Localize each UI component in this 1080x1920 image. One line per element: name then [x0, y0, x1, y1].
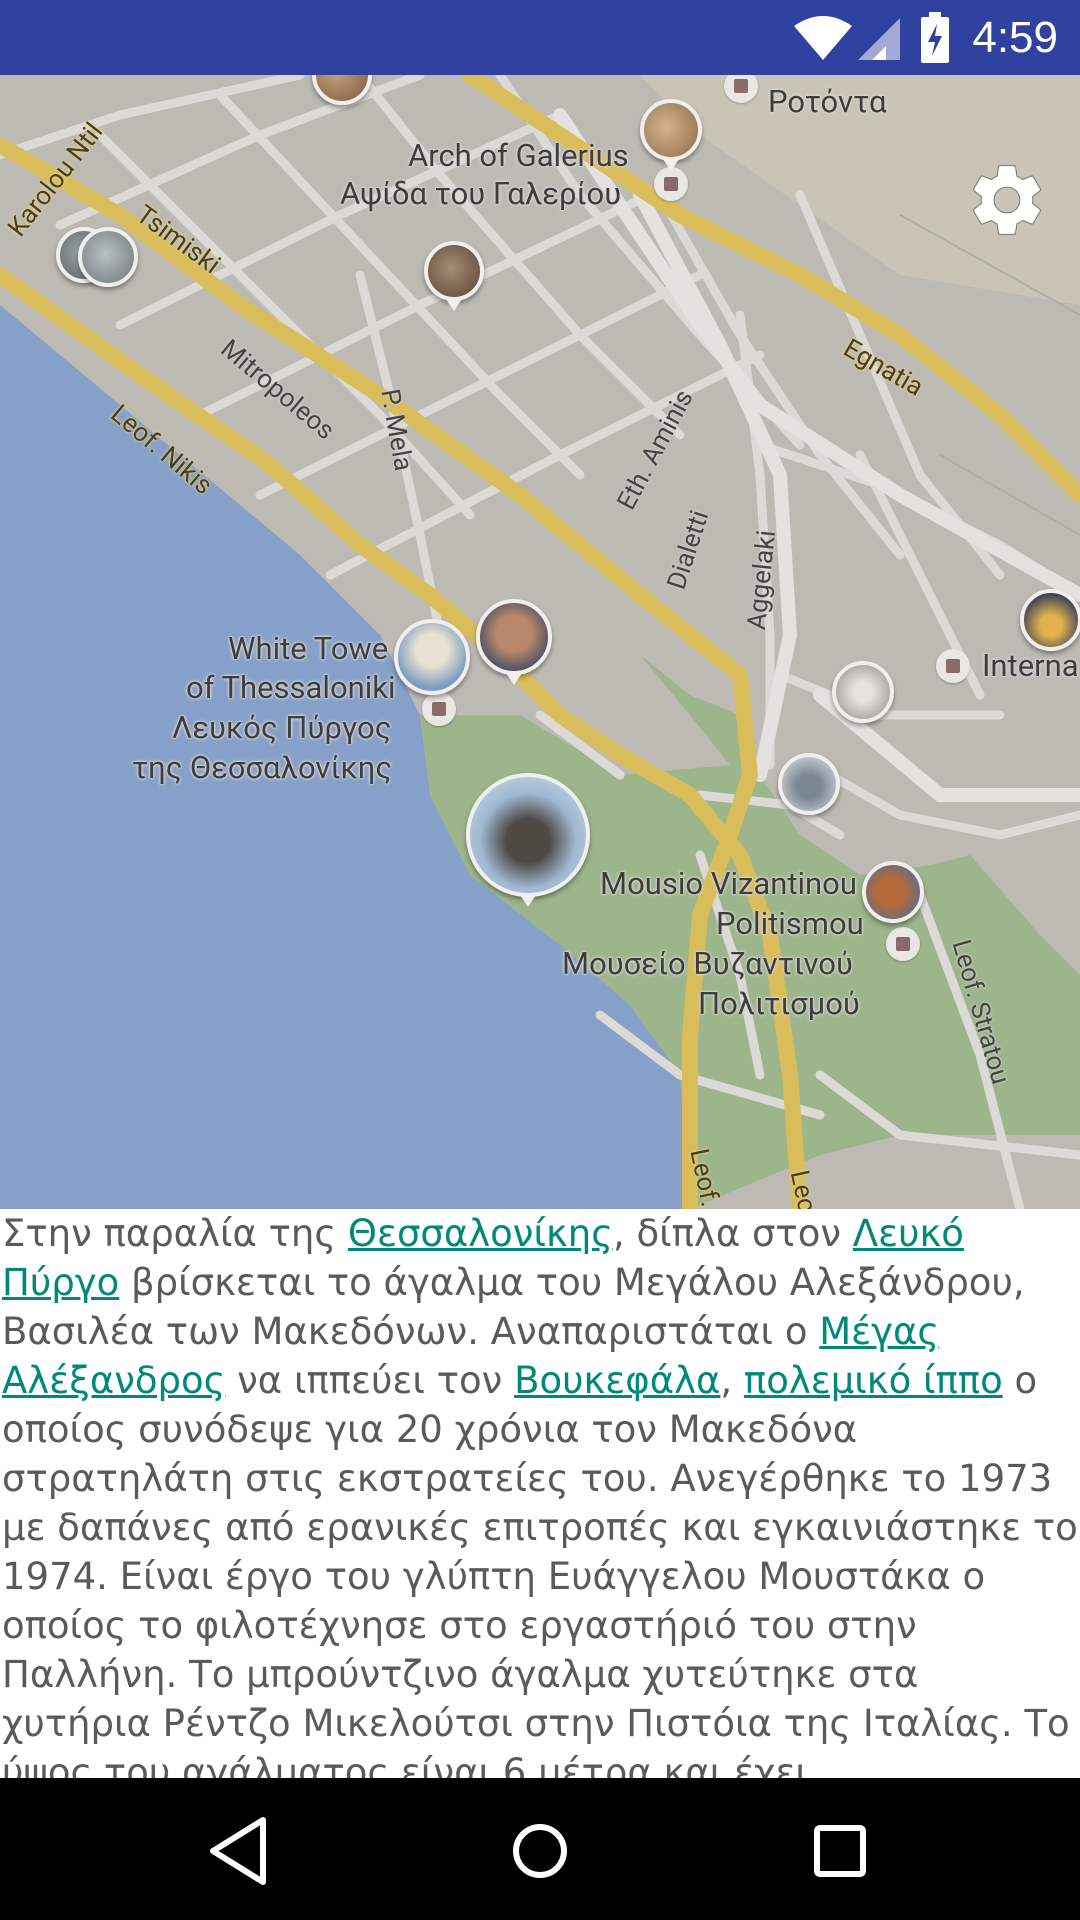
status-time: 4:59	[972, 13, 1058, 62]
map-view[interactable]: Karolou Ntil Tsimiski Mitropoleos Leof. …	[0, 75, 1080, 1209]
label-white-tower-4: της Θεσσαλονίκης	[132, 749, 393, 786]
home-icon[interactable]	[495, 1806, 585, 1896]
photo-pin-ote-tower[interactable]	[832, 661, 894, 723]
photo-pin-fair[interactable]	[778, 753, 840, 815]
navigation-bar	[0, 1778, 1080, 1920]
photo-pin-right[interactable]	[1020, 589, 1080, 651]
link-thessaloniki[interactable]: Θεσσαλονίκης	[348, 1212, 613, 1255]
photo-pin-building[interactable]	[476, 599, 552, 675]
label-museum-1: Mousio Vizantinou	[600, 865, 857, 902]
photo-pin-museum[interactable]	[862, 861, 924, 923]
cell-signal-icon	[858, 18, 900, 60]
label-interna: Interna	[982, 647, 1079, 684]
article-text-part: να ιππεύει τον	[225, 1359, 515, 1402]
label-white-tower-3: Λευκός Πύργος	[172, 709, 392, 746]
article-text-part: Στην παραλία της	[2, 1212, 348, 1255]
link-war-horse[interactable]: πολεμικό ίππο	[744, 1359, 1003, 1402]
label-arch-galerius-en: Arch of Galerius	[408, 137, 629, 174]
poi-marker-museum[interactable]	[886, 927, 920, 961]
status-bar: 4:59	[0, 0, 1080, 75]
photo-pin-tail	[663, 159, 679, 171]
label-white-tower-2: of Thessaloniki	[186, 669, 396, 706]
photo-pin-tail	[506, 673, 522, 685]
article-text: Στην παραλία της Θεσσαλονίκης, δίπλα στο…	[0, 1209, 1080, 1778]
photo-pin-white-tower[interactable]	[394, 619, 470, 695]
recents-icon[interactable]	[795, 1806, 885, 1896]
label-arch-galerius-gr: Αψίδα του Γαλερίου	[340, 175, 622, 212]
label-rotonda: Ροτόντα	[768, 83, 887, 120]
article-text-part: ,	[720, 1359, 744, 1402]
link-bucephalus[interactable]: Βουκεφάλα	[514, 1359, 720, 1402]
label-white-tower-1: White Towe	[228, 630, 389, 667]
wifi-icon	[794, 16, 852, 60]
photo-pin-church[interactable]	[424, 241, 484, 301]
poi-marker-interna[interactable]	[936, 649, 970, 683]
label-museum-2: Politismou	[716, 905, 864, 942]
gear-icon[interactable]	[964, 157, 1050, 243]
photo-pin-rotonda[interactable]	[640, 99, 702, 161]
article-text-part: , δίπλα στον	[612, 1212, 853, 1255]
photo-pin-alexander-statue[interactable]	[466, 773, 590, 897]
photo-pin-tail	[446, 299, 462, 311]
photo-pin-left-2[interactable]	[78, 227, 138, 287]
battery-charging-icon	[921, 12, 949, 63]
photo-pin-tail	[520, 895, 536, 907]
poi-marker-tower[interactable]	[422, 692, 456, 726]
poi-marker-arch[interactable]	[654, 167, 688, 201]
label-museum-4: Πολιτισμού	[698, 985, 860, 1022]
back-icon[interactable]	[195, 1806, 285, 1896]
article-text-part: ο οποίος συνόδεψε για 20 χρόνια τον Μακε…	[2, 1359, 1078, 1778]
label-museum-3: Μουσείο Βυζαντινού	[562, 945, 853, 982]
